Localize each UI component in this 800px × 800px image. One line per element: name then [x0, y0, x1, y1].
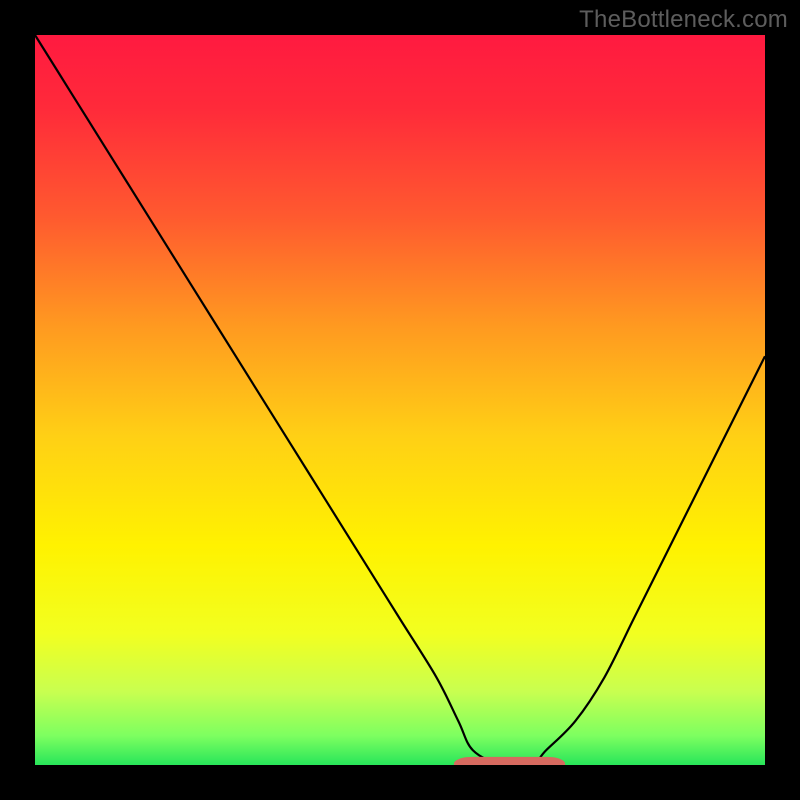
- optimal-range-marker: [458, 761, 560, 764]
- chart-frame: [35, 35, 765, 765]
- gradient-background: [35, 35, 765, 765]
- attribution-label: TheBottleneck.com: [579, 6, 788, 34]
- bottleneck-chart: [35, 35, 765, 765]
